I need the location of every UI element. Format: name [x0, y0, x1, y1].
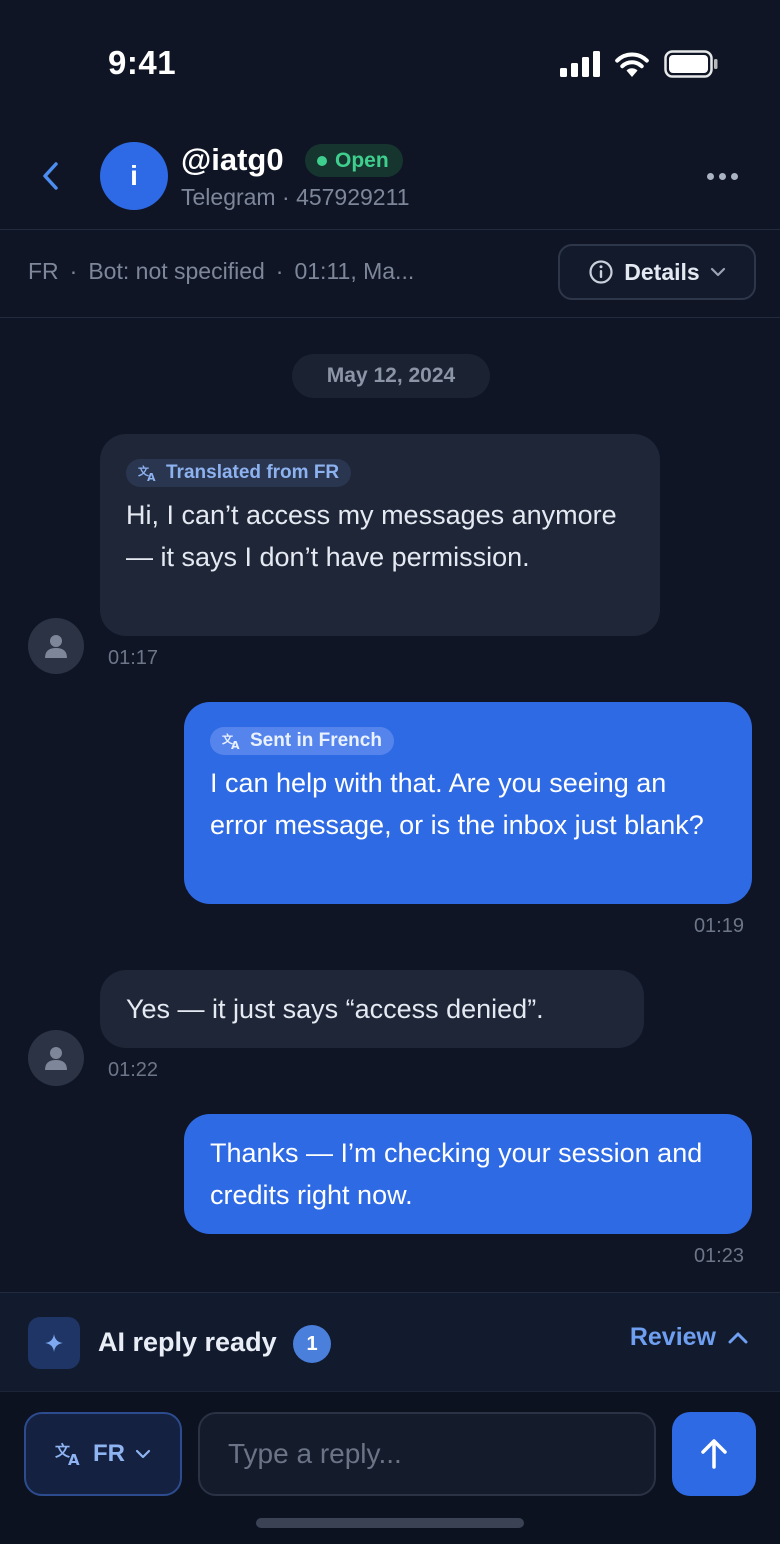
info-icon [589, 260, 613, 284]
message-text: Thanks — I’m checking your session and c… [210, 1138, 703, 1210]
status-bar: 9:41 [0, 0, 780, 120]
more-options-button[interactable] [702, 162, 742, 190]
review-label: Review [629, 1323, 716, 1351]
wifi-icon [615, 52, 649, 77]
language-label: FR [93, 1440, 125, 1467]
online-dot-icon [317, 155, 327, 166]
language-selector[interactable]: 文 A FR [24, 1412, 182, 1496]
user-id: 457929211 [296, 184, 410, 210]
status-badge: Open [305, 144, 403, 177]
message-text: Hi, I can’t access my messages anymore —… [126, 500, 617, 572]
svg-text:A: A [68, 1451, 80, 1466]
home-indicator[interactable] [256, 1518, 524, 1528]
svg-text:A: A [231, 739, 240, 750]
ai-reply-bar: AI reply ready 1 Review [0, 1292, 780, 1392]
meta-separator: · [275, 258, 284, 284]
chevron-down-icon [135, 1449, 151, 1459]
translation-tag: 文 A Sent in French [210, 727, 394, 755]
sender-avatar [28, 1030, 84, 1086]
message-timestamp: 01:19 [693, 915, 744, 937]
translate-icon: 文 A [138, 464, 156, 482]
meta-language: FR [28, 258, 59, 284]
svg-text:A: A [147, 471, 156, 482]
conversation-header: i @iatg0 Open Telegram · 457929211 [0, 128, 780, 230]
more-dot-icon [706, 172, 714, 180]
send-button[interactable] [672, 1412, 756, 1496]
composer: 文 A FR [0, 1392, 780, 1544]
contact-avatar[interactable]: i [100, 142, 168, 210]
signal-icon [560, 51, 600, 77]
review-button[interactable]: Review [630, 1323, 748, 1352]
translation-tag-label: Sent in French [250, 730, 382, 751]
reply-input[interactable] [198, 1412, 656, 1496]
status-label: Open [335, 148, 389, 172]
contact-handle: @iatg0 [181, 142, 284, 177]
message-bubble-outgoing[interactable]: 文 A Sent in French I can help with that.… [184, 702, 752, 904]
message-text: Yes — it just says “access denied”. [126, 994, 544, 1024]
battery-icon [664, 50, 718, 78]
translation-tag-label: Translated from FR [166, 462, 340, 483]
message-timestamp: 01:17 [108, 647, 159, 669]
status-icons [560, 50, 718, 78]
sender-avatar [28, 618, 84, 674]
translate-icon: 文 A [222, 732, 240, 750]
message-timestamp: 01:22 [108, 1059, 159, 1081]
back-button[interactable] [30, 156, 70, 196]
conversation-meta-bar: FR · Bot: not specified · 01:11, Ma... Detai… [0, 230, 780, 318]
meta-bot: Bot: not specified [88, 258, 265, 284]
message-bubble-outgoing[interactable]: Thanks — I’m checking your session and c… [184, 1114, 752, 1234]
chat-screen: 9:41 i @iatg0 Open Telegram · 457929211 … [0, 0, 780, 1544]
sparkle-icon [28, 1317, 80, 1369]
more-dot-icon [718, 172, 726, 180]
message-bubble-incoming[interactable]: Yes — it just says “access denied”. [100, 970, 644, 1048]
ai-reply-count-badge: 1 [293, 1325, 331, 1363]
arrow-up-icon [701, 1439, 727, 1469]
ai-reply-label: AI reply ready [98, 1327, 277, 1357]
user-icon [45, 1047, 67, 1070]
chevron-up-icon [728, 1332, 748, 1343]
contact-subline: Telegram · 457929211 [181, 184, 409, 211]
details-button[interactable]: Details [558, 244, 756, 300]
subline-separator: · [282, 184, 290, 210]
details-label: Details [624, 258, 700, 285]
meta-info: FR · Bot: not specified · 01:11, Ma... [28, 258, 414, 285]
status-time: 9:41 [108, 44, 177, 81]
channel-name: Telegram [181, 184, 276, 210]
translate-icon: 文 A [55, 1442, 80, 1466]
message-bubble-incoming[interactable]: 文 A Translated from FR Hi, I can’t acces… [100, 434, 660, 636]
translation-tag: 文 A Translated from FR [126, 459, 352, 487]
meta-separator: · [69, 258, 78, 284]
message-text: I can help with that. Are you seeing an … [210, 768, 704, 840]
date-separator: May 12, 2024 [292, 354, 490, 398]
chevron-left-icon [43, 162, 58, 190]
more-dot-icon [730, 172, 738, 180]
chevron-down-icon [710, 267, 725, 277]
user-icon [45, 635, 67, 658]
meta-time: 01:11, Ma... [294, 258, 415, 284]
message-timestamp: 01:23 [693, 1245, 744, 1267]
